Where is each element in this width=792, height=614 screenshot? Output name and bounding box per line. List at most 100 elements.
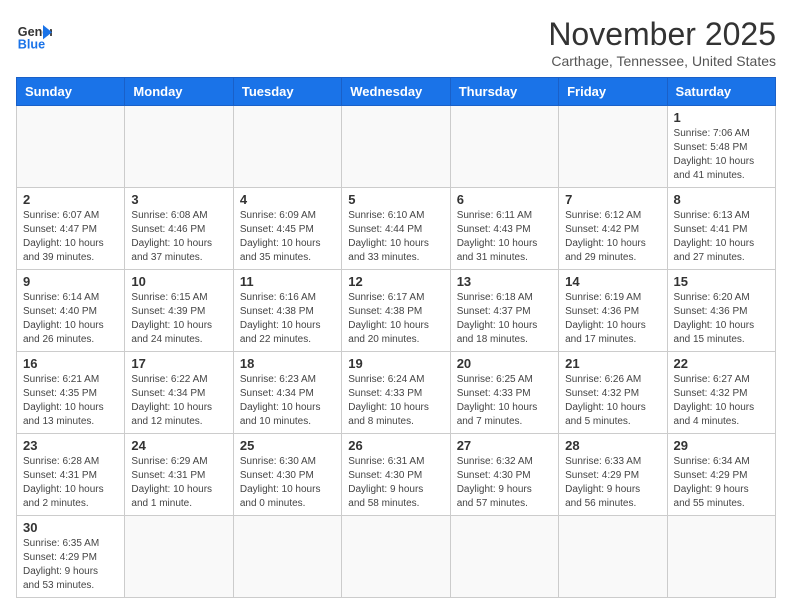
day-number: 18 xyxy=(240,356,335,371)
table-row xyxy=(342,516,450,598)
day-number: 4 xyxy=(240,192,335,207)
month-title: November 2025 xyxy=(548,16,776,53)
table-row: 6 Sunrise: 6:11 AM Sunset: 4:43 PM Daylig… xyxy=(450,188,558,270)
day-info: Sunrise: 6:23 AM Sunset: 4:34 PM Dayligh… xyxy=(240,373,335,429)
day-number: 21 xyxy=(565,356,660,371)
table-row: 5 Sunrise: 6:10 AM Sunset: 4:44 PM Daylig… xyxy=(342,188,450,270)
table-row: 26 Sunrise: 6:31 AM Sunset: 4:30 PM Dayli… xyxy=(342,434,450,516)
table-row: 2Sunrise: 6:07 AM Sunset: 4:47 PM Daylig… xyxy=(17,188,125,270)
location: Carthage, Tennessee, United States xyxy=(548,53,776,69)
table-row: 8 Sunrise: 6:13 AM Sunset: 4:41 PM Daylig… xyxy=(667,188,775,270)
day-number: 29 xyxy=(674,438,769,453)
table-row xyxy=(342,106,450,188)
table-row xyxy=(450,516,558,598)
col-thursday: Thursday xyxy=(450,78,558,106)
day-info: Sunrise: 6:12 AM Sunset: 4:42 PM Dayligh… xyxy=(565,209,660,265)
table-row: 23 Sunrise: 6:28 AM Sunset: 4:31 PM Dayli… xyxy=(17,434,125,516)
day-info: Sunrise: 6:10 AM Sunset: 4:44 PM Dayligh… xyxy=(348,209,443,265)
table-row: 16Sunrise: 6:21 AM Sunset: 4:35 PM Dayli… xyxy=(17,352,125,434)
table-row: 11 Sunrise: 6:16 AM Sunset: 4:38 PM Dayli… xyxy=(233,270,341,352)
table-row xyxy=(17,106,125,188)
day-number: 3 xyxy=(131,192,226,207)
day-info: Sunrise: 6:32 AM Sunset: 4:30 PM Dayligh… xyxy=(457,455,552,511)
table-row: 12 Sunrise: 6:17 AM Sunset: 4:38 PM Dayli… xyxy=(342,270,450,352)
calendar-table: Sunday Monday Tuesday Wednesday Thursday… xyxy=(16,77,776,598)
day-number: 14 xyxy=(565,274,660,289)
table-row xyxy=(125,516,233,598)
table-row: 9 Sunrise: 6:14 AM Sunset: 4:40 PM Daylig… xyxy=(17,270,125,352)
col-tuesday: Tuesday xyxy=(233,78,341,106)
day-number: 7 xyxy=(565,192,660,207)
day-info: Sunrise: 6:16 AM Sunset: 4:38 PM Dayligh… xyxy=(240,291,335,347)
table-row: 25 Sunrise: 6:30 AM Sunset: 4:30 PM Dayli… xyxy=(233,434,341,516)
table-row: 19 Sunrise: 6:24 AM Sunset: 4:33 PM Dayli… xyxy=(342,352,450,434)
day-info: Sunrise: 6:27 AM Sunset: 4:32 PM Dayligh… xyxy=(674,373,769,429)
table-row: 14 Sunrise: 6:19 AM Sunset: 4:36 PM Dayli… xyxy=(559,270,667,352)
day-number: 1 xyxy=(674,110,769,125)
table-row: 20Sunrise: 6:25 AM Sunset: 4:33 PM Dayli… xyxy=(450,352,558,434)
day-info: Sunrise: 6:19 AM Sunset: 4:36 PM Dayligh… xyxy=(565,291,660,347)
day-number: 27 xyxy=(457,438,552,453)
table-row xyxy=(559,516,667,598)
day-info: Sunrise: 6:30 AM Sunset: 4:30 PM Dayligh… xyxy=(240,455,335,511)
day-number: 6 xyxy=(457,192,552,207)
table-row: 21 Sunrise: 6:26 AM Sunset: 4:32 PM Dayli… xyxy=(559,352,667,434)
day-number: 20 xyxy=(457,356,552,371)
col-sunday: Sunday xyxy=(17,78,125,106)
table-row: 1 Sunrise: 7:06 AM Sunset: 5:48 PM Daylig… xyxy=(667,106,775,188)
day-number: 22 xyxy=(674,356,769,371)
day-number: 28 xyxy=(565,438,660,453)
day-number: 9 xyxy=(23,274,118,289)
table-row: 7 Sunrise: 6:12 AM Sunset: 4:42 PM Daylig… xyxy=(559,188,667,270)
day-info: Sunrise: 6:28 AM Sunset: 4:31 PM Dayligh… xyxy=(23,455,118,511)
day-number: 11 xyxy=(240,274,335,289)
day-info: Sunrise: 6:34 AM Sunset: 4:29 PM Dayligh… xyxy=(674,455,769,511)
day-info: Sunrise: 6:13 AM Sunset: 4:41 PM Dayligh… xyxy=(674,209,769,265)
table-row: 18 Sunrise: 6:23 AM Sunset: 4:34 PM Dayli… xyxy=(233,352,341,434)
table-row xyxy=(233,516,341,598)
day-number: 5 xyxy=(348,192,443,207)
day-info: Sunrise: 6:18 AM Sunset: 4:37 PM Dayligh… xyxy=(457,291,552,347)
day-info: Sunrise: 7:06 AM Sunset: 5:48 PM Dayligh… xyxy=(674,127,769,183)
day-number: 13 xyxy=(457,274,552,289)
day-info: Sunrise: 6:26 AM Sunset: 4:32 PM Dayligh… xyxy=(565,373,660,429)
table-row xyxy=(125,106,233,188)
table-row xyxy=(667,516,775,598)
day-number: 26 xyxy=(348,438,443,453)
day-info: Sunrise: 6:09 AM Sunset: 4:45 PM Dayligh… xyxy=(240,209,335,265)
day-number: 25 xyxy=(240,438,335,453)
svg-text:Blue: Blue xyxy=(18,37,45,51)
title-area: November 2025 Carthage, Tennessee, Unite… xyxy=(548,16,776,69)
day-info: Sunrise: 6:14 AM Sunset: 4:40 PM Dayligh… xyxy=(23,291,118,347)
day-number: 19 xyxy=(348,356,443,371)
day-info: Sunrise: 6:15 AM Sunset: 4:39 PM Dayligh… xyxy=(131,291,226,347)
col-saturday: Saturday xyxy=(667,78,775,106)
table-row: 30 Sunrise: 6:35 AM Sunset: 4:29 PM Dayli… xyxy=(17,516,125,598)
day-info: Sunrise: 6:33 AM Sunset: 4:29 PM Dayligh… xyxy=(565,455,660,511)
table-row: 3Sunrise: 6:08 AM Sunset: 4:46 PM Daylig… xyxy=(125,188,233,270)
day-number: 23 xyxy=(23,438,118,453)
table-row: 15Sunrise: 6:20 AM Sunset: 4:36 PM Dayli… xyxy=(667,270,775,352)
table-row: 29 Sunrise: 6:34 AM Sunset: 4:29 PM Dayli… xyxy=(667,434,775,516)
table-row: 28 Sunrise: 6:33 AM Sunset: 4:29 PM Dayli… xyxy=(559,434,667,516)
day-info: Sunrise: 6:21 AM Sunset: 4:35 PM Dayligh… xyxy=(23,373,118,429)
day-number: 30 xyxy=(23,520,118,535)
day-info: Sunrise: 6:20 AM Sunset: 4:36 PM Dayligh… xyxy=(674,291,769,347)
col-monday: Monday xyxy=(125,78,233,106)
table-row: 4 Sunrise: 6:09 AM Sunset: 4:45 PM Daylig… xyxy=(233,188,341,270)
table-row xyxy=(233,106,341,188)
day-info: Sunrise: 6:35 AM Sunset: 4:29 PM Dayligh… xyxy=(23,537,118,593)
table-row xyxy=(559,106,667,188)
table-row: 10Sunrise: 6:15 AM Sunset: 4:39 PM Dayli… xyxy=(125,270,233,352)
day-info: Sunrise: 6:11 AM Sunset: 4:43 PM Dayligh… xyxy=(457,209,552,265)
day-info: Sunrise: 6:24 AM Sunset: 4:33 PM Dayligh… xyxy=(348,373,443,429)
table-row: 22 Sunrise: 6:27 AM Sunset: 4:32 PM Dayli… xyxy=(667,352,775,434)
day-info: Sunrise: 6:07 AM Sunset: 4:47 PM Dayligh… xyxy=(23,209,118,265)
day-info: Sunrise: 6:31 AM Sunset: 4:30 PM Dayligh… xyxy=(348,455,443,511)
logo-icon: General Blue xyxy=(16,16,52,52)
day-number: 8 xyxy=(674,192,769,207)
table-row xyxy=(450,106,558,188)
day-number: 12 xyxy=(348,274,443,289)
day-info: Sunrise: 6:17 AM Sunset: 4:38 PM Dayligh… xyxy=(348,291,443,347)
table-row: 13 Sunrise: 6:18 AM Sunset: 4:37 PM Dayli… xyxy=(450,270,558,352)
